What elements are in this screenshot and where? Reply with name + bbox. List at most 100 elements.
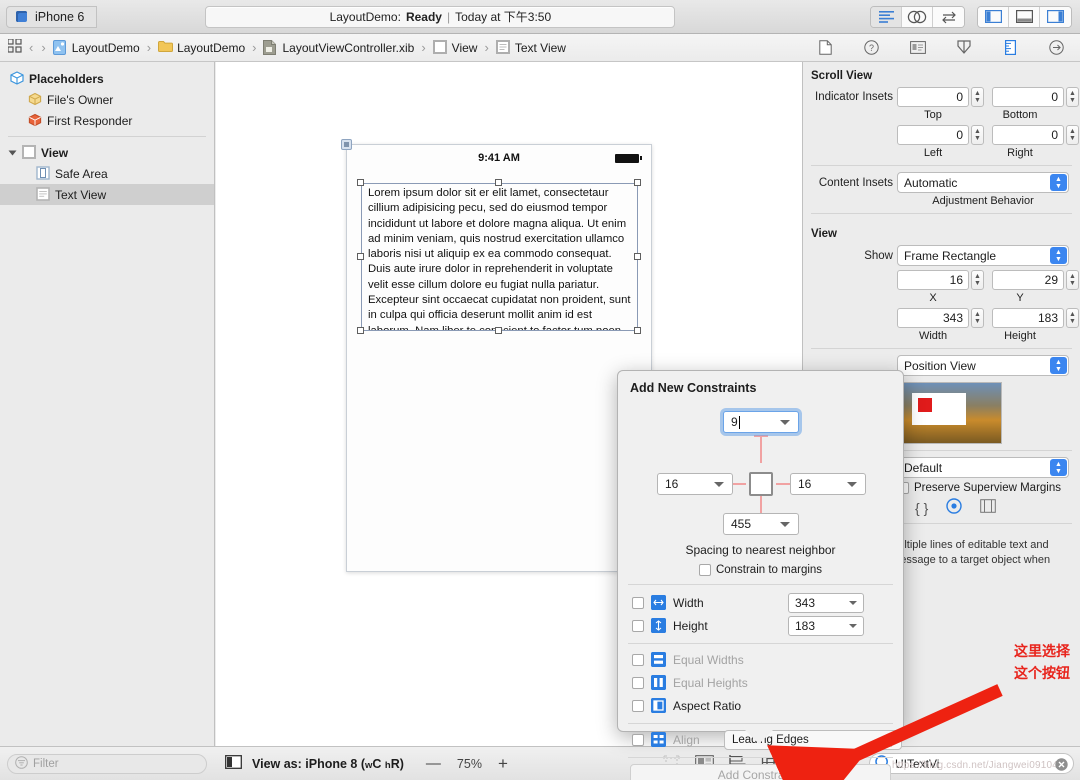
device-preview-icon[interactable] [225,755,242,772]
identity-inspector-icon[interactable] [903,41,933,54]
zoom-control[interactable]: — 75% + [426,754,508,774]
frame-width-field[interactable]: 343 [897,308,969,328]
file-inspector-icon[interactable] [810,40,840,55]
assistant-editor-icon[interactable] [902,6,933,27]
breadcrumb-item-4[interactable]: Text View [495,40,566,55]
document-outline[interactable]: Placeholders File's Owner First Responde… [0,62,215,746]
standard-editor-icon[interactable] [871,6,902,27]
add-constraints-button[interactable]: Add Constraints [630,764,891,780]
align-checkbox[interactable] [632,733,644,746]
constraint-row-width[interactable]: Width 343 [618,591,903,614]
navigator-toggle-icon[interactable] [978,6,1009,27]
panels-segmented[interactable] [977,5,1072,28]
inset-bottom-stepfield[interactable]: 0 ▲ ▼ [992,87,1079,107]
frame-x-stepper[interactable]: ▲ ▼ [971,270,984,290]
related-items-icon[interactable] [7,38,22,56]
layout-popup[interactable]: Default ▲ ▼ [897,457,1069,478]
constraint-bottom-field[interactable]: 455 [723,513,799,535]
back-button[interactable]: ‹ [28,40,34,55]
height-checkbox[interactable] [632,619,644,632]
inset-bottom-field[interactable]: 0 [992,87,1064,107]
selection-handle-mr[interactable] [634,253,641,260]
device-frame[interactable]: 9:41 AM Lorem ipsum dolor sit er elit la… [341,139,652,572]
attributes-inspector-icon[interactable] [949,40,979,55]
outline-row-safe-area[interactable]: Safe Area [0,163,214,184]
filter-field[interactable]: Filter [7,753,207,774]
view-as-control[interactable]: View as: iPhone 8 (wC hR) [225,755,404,772]
debug-toggle-icon[interactable] [1009,6,1040,27]
arrange-popup[interactable]: Position View ▲ ▼ [897,355,1069,376]
chevron-down-icon [849,623,857,628]
canvas-text-view[interactable]: Lorem ipsum dolor sit er elit lamet, con… [361,183,638,331]
breadcrumb-item-0[interactable]: LayoutDemo [52,40,140,55]
frame-y-stepper[interactable]: ▲ ▼ [1066,270,1079,290]
chevron-down-icon [847,482,857,487]
inset-top-stepper[interactable]: ▲ ▼ [971,87,984,107]
selection-handle-tr[interactable] [634,179,641,186]
clear-search-icon[interactable] [1055,758,1068,774]
frame-height-field[interactable]: 183 [992,308,1064,328]
zoom-in-button[interactable]: + [498,754,508,774]
frame-height-stepfield[interactable]: 183 ▲ ▼ [992,308,1079,328]
constraint-leading-field[interactable]: 16 [657,473,733,495]
constrain-margins-checkbox[interactable] [698,564,711,576]
breadcrumb-item-3[interactable]: View [432,40,477,55]
frame-y-stepfield[interactable]: 29 ▲ ▼ [992,270,1079,290]
inset-left-stepper[interactable]: ▲ ▼ [971,125,984,145]
target-icon[interactable] [946,498,962,517]
quick-help-icon[interactable]: ? [856,40,886,55]
disclosure-triangle-icon[interactable] [8,150,17,155]
editor-mode-segmented[interactable] [870,5,965,28]
frame-x-stepfield[interactable]: 16 ▲ ▼ [897,270,984,290]
frame-width-stepfield[interactable]: 343 ▲ ▼ [897,308,984,328]
inset-top-field[interactable]: 0 [897,87,969,107]
selection-handle-tc[interactable] [495,179,502,186]
connections-inspector-icon[interactable] [1042,40,1072,55]
constraint-row-aspect-ratio[interactable]: Aspect Ratio [618,694,903,717]
outline-row-files-owner[interactable]: File's Owner [0,89,214,110]
constrain-margins-row[interactable]: Constrain to margins [618,564,903,576]
selection-handle-bc[interactable] [495,327,502,334]
layout-guides-icon[interactable] [980,499,997,516]
selection-handle-br[interactable] [634,327,641,334]
width-checkbox[interactable] [632,596,644,609]
forward-button[interactable]: › [40,40,46,55]
show-popup[interactable]: Frame Rectangle ▲ ▼ [897,245,1069,266]
selection-handle-tl[interactable] [357,179,364,186]
height-value-field[interactable]: 183 [788,615,864,636]
aspect-ratio-checkbox[interactable] [632,699,644,712]
outline-row-first-responder[interactable]: First Responder [0,110,214,131]
constraint-row-height[interactable]: Height 183 [618,614,903,637]
width-value-field[interactable]: 343 [788,592,864,613]
preserve-margins-row[interactable]: Preserve Superview Margins [889,482,1080,494]
breadcrumb-item-1[interactable]: LayoutDemo [158,40,245,55]
inset-right-field[interactable]: 0 [992,125,1064,145]
frame-width-stepper[interactable]: ▲ ▼ [971,308,984,328]
outline-row-view[interactable]: View [0,142,214,163]
frame-y-field[interactable]: 29 [992,270,1064,290]
utilities-toggle-icon[interactable] [1040,6,1071,27]
frame-height-stepper[interactable]: ▲ ▼ [1066,308,1079,328]
version-editor-icon[interactable] [933,6,964,27]
outline-row-placeholders[interactable]: Placeholders [0,68,214,89]
frame-x-field[interactable]: 16 [897,270,969,290]
inset-left-stepfield[interactable]: 0 ▲ ▼ [897,125,984,145]
outline-row-text-view[interactable]: Text View [0,184,214,205]
inset-bottom-stepper[interactable]: ▲ ▼ [1066,87,1079,107]
selection-handle-bl[interactable] [357,327,364,334]
size-inspector-icon[interactable] [995,40,1025,55]
library-search-field[interactable]: UITextVi https://blog.csdn.net/Jiangwei0… [869,753,1074,774]
breadcrumb-item-2[interactable]: LayoutViewController.xib [263,40,414,55]
constraint-trailing-field[interactable]: 16 [790,473,866,495]
inset-right-stepfield[interactable]: 0 ▲ ▼ [992,125,1079,145]
content-insets-popup[interactable]: Automatic ▲ ▼ [897,172,1069,193]
inset-left-field[interactable]: 0 [897,125,969,145]
zoom-out-button[interactable]: — [426,755,441,772]
add-new-constraints-popover[interactable]: Add New Constraints 9 16 16 455 Spacing … [617,370,904,780]
inset-right-stepper[interactable]: ▲ ▼ [1066,125,1079,145]
inset-top-stepfield[interactable]: 0 ▲ ▼ [897,87,984,107]
constraint-top-field[interactable]: 9 [723,411,799,433]
braces-icon[interactable]: { } [915,500,928,516]
selection-handle-ml[interactable] [357,253,364,260]
scheme-selector[interactable]: iPhone 6 [6,5,98,28]
